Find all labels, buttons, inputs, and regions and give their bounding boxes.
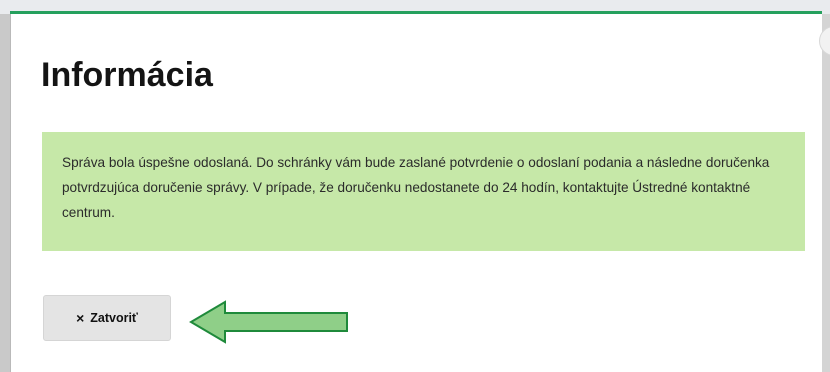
arrow-left-icon — [189, 300, 348, 344]
info-dialog: × Informácia Správa bola úspešne odoslan… — [10, 14, 830, 372]
page-top-bar — [0, 0, 830, 6]
dialog-title: Informácia — [41, 56, 213, 94]
success-alert: Správa bola úspešne odoslaná. Do schránk… — [42, 132, 805, 251]
alert-message: Správa bola úspešne odoslaná. Do schránk… — [62, 155, 770, 220]
dialog-close-icon[interactable]: × — [819, 26, 830, 56]
close-icon: × — [76, 310, 85, 326]
close-button[interactable]: × Zatvoriť — [43, 295, 171, 341]
backdrop-left — [0, 14, 10, 372]
backdrop-right — [822, 14, 830, 372]
close-button-label: Zatvoriť — [90, 311, 138, 325]
